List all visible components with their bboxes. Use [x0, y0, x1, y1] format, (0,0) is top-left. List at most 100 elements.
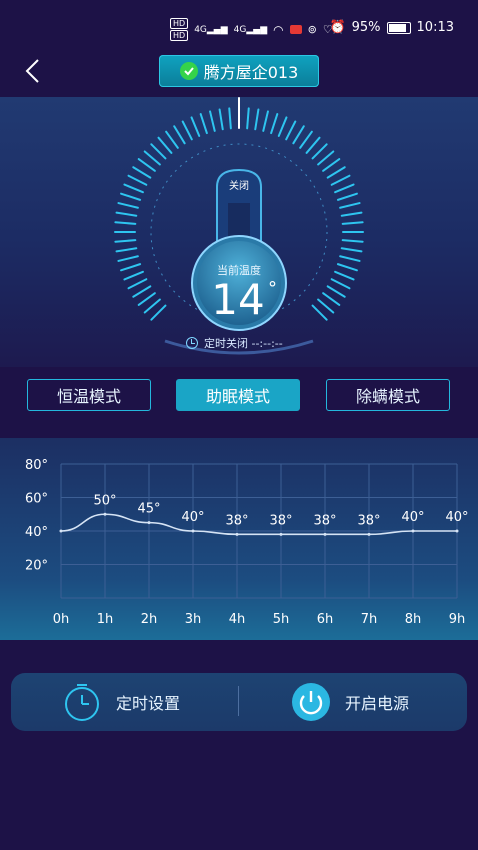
dial-tick: [334, 270, 355, 281]
battery-icon: [386, 21, 411, 34]
alarm-icon: ⏰: [329, 20, 346, 35]
dial-tick: [115, 211, 138, 217]
power-icon: [292, 683, 330, 721]
dial-tick: [340, 211, 363, 217]
x-tick-label: 0h: [53, 612, 70, 627]
dial-tick: [336, 263, 358, 272]
dial-tick: [330, 174, 351, 186]
dial-tick: [150, 304, 167, 321]
data-point: [191, 529, 195, 533]
dial-tick: [132, 166, 152, 179]
dial-tick: [137, 292, 156, 306]
dial-tick: [114, 239, 137, 243]
dial-tick: [132, 285, 152, 298]
dial-tick: [117, 255, 139, 262]
mode-anti-mite-button[interactable]: 除螨模式: [326, 379, 450, 411]
status-bar: HD HD 4G▂▄▆ 4G▂▄▆ ◠ ⊚ ♡ ⏰ 95% 10:13: [0, 0, 478, 52]
dial-tick: [199, 113, 208, 135]
dial-tick: [305, 136, 321, 154]
data-label: 38°: [313, 513, 336, 528]
timer-settings-button[interactable]: 定时设置: [62, 673, 180, 731]
dial-tick: [285, 120, 297, 141]
dial-tick: [341, 239, 364, 243]
dial-tick: [317, 298, 335, 314]
dial-tick: [340, 247, 363, 253]
stopwatch-icon: [65, 684, 99, 721]
data-point: [279, 532, 283, 536]
mode-label: 助眠模式: [205, 387, 270, 406]
data-label: 38°: [357, 513, 380, 528]
dial-tick: [330, 278, 351, 290]
hd-badge: HD: [170, 30, 189, 41]
dial-tick: [165, 130, 179, 149]
data-label: 50°: [93, 493, 116, 508]
x-tick-label: 6h: [317, 612, 334, 627]
y-tick-label: 20°: [25, 559, 48, 574]
temperature-dial: [114, 97, 364, 355]
current-temp-value: 14: [211, 275, 265, 324]
dial-tick: [127, 278, 148, 290]
dial-tick: [137, 158, 156, 172]
dial-tick: [336, 192, 358, 201]
data-label: 40°: [401, 510, 424, 525]
x-tick-label: 3h: [185, 612, 202, 627]
mail-icon: [289, 25, 302, 34]
x-tick-label: 8h: [405, 612, 422, 627]
dial-tick: [277, 116, 288, 137]
dial-tick: [127, 174, 148, 186]
signal-icon: 4G▂▄▆: [233, 24, 268, 35]
mode-sleep-button[interactable]: 助眠模式: [176, 379, 300, 411]
dial-tick: [123, 270, 144, 281]
data-label: 38°: [269, 513, 292, 528]
x-tick-label: 4h: [229, 612, 246, 627]
dial-tick: [115, 247, 138, 253]
dial-tick: [181, 120, 193, 141]
chevron-left-icon: [25, 59, 39, 83]
x-tick-label: 7h: [361, 612, 378, 627]
mode-constant-temp-button[interactable]: 恒温模式: [27, 379, 151, 411]
dial-tick: [143, 150, 161, 166]
dial-tick: [254, 108, 260, 131]
data-point: [455, 529, 459, 533]
dial-tick: [270, 113, 279, 135]
dial-tick: [262, 110, 269, 132]
wifi-icon: ◠: [273, 22, 284, 37]
dial-tick: [209, 110, 216, 132]
y-tick-label: 60°: [25, 492, 48, 507]
dial-tick: [334, 183, 355, 194]
dial-tick: [317, 150, 335, 166]
dial-tick: [326, 166, 346, 179]
power-on-label: 开启电源: [345, 694, 410, 713]
y-tick-label: 40°: [25, 525, 48, 540]
x-tick-label: 5h: [273, 612, 290, 627]
temperature-chart: 20° 40° 60° 80° 0h 1h 2h 3h 4h 5h 6h 7h 8h 9h 50° 45° 40…: [25, 458, 469, 627]
dial-tick: [339, 255, 361, 262]
clock-time: 10:13: [416, 20, 454, 35]
dial-tick: [190, 116, 201, 137]
back-button[interactable]: [18, 56, 48, 86]
x-tick-label: 1h: [97, 612, 114, 627]
dial-tick: [246, 107, 250, 130]
power-on-button[interactable]: 开启电源: [291, 673, 409, 731]
data-point: [103, 512, 107, 516]
data-point: [147, 521, 151, 525]
device-name-chip[interactable]: 腾方屋企013: [159, 55, 319, 87]
hd-badge: HD: [170, 18, 189, 29]
data-point: [367, 532, 371, 536]
dial-tick: [311, 143, 328, 160]
dial-tick: [157, 136, 173, 154]
power-state-label: 关闭: [229, 181, 249, 192]
data-label: 40°: [445, 510, 468, 525]
mode-label: 除螨模式: [355, 387, 420, 406]
device-name: 腾方屋企013: [203, 63, 299, 82]
dial-tick: [143, 298, 161, 314]
data-label: 45°: [137, 502, 160, 517]
data-label: 40°: [181, 510, 204, 525]
dial-tick: [120, 263, 142, 272]
x-tick-label: 2h: [141, 612, 158, 627]
dial-tick: [120, 192, 142, 201]
dial-tick: [173, 125, 186, 145]
dial-tick: [150, 143, 167, 160]
signal-icon: 4G▂▄▆: [194, 24, 228, 35]
control-divider: [238, 686, 239, 716]
